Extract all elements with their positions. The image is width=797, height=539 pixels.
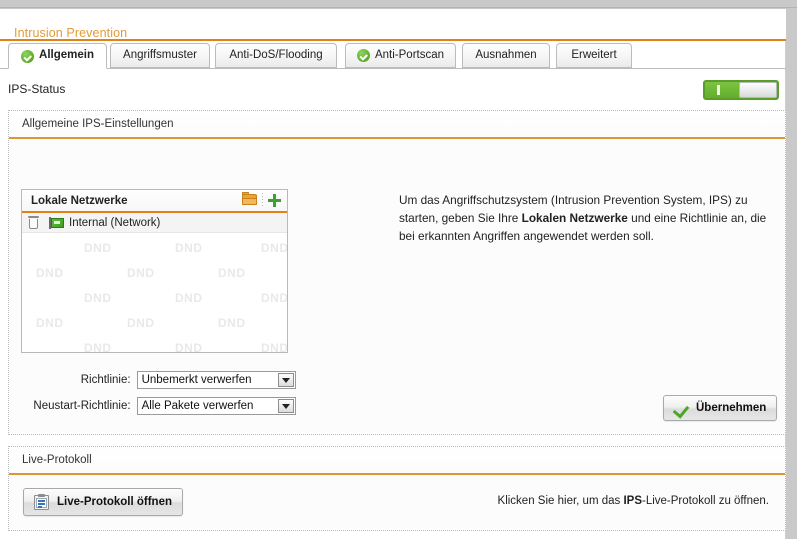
watermark-text: DND [175, 241, 203, 255]
ips-status-toggle[interactable] [703, 80, 779, 100]
local-networks-box: Lokale Netzwerke Internal (Network) DND … [21, 189, 288, 353]
ips-status-label: IPS-Status [8, 82, 66, 96]
watermark-text: DND [127, 316, 155, 330]
open-live-log-button[interactable]: Live-Protokoll öffnen [23, 488, 183, 516]
ips-hint-text: Um das Angriffschutzsystem (Intrusion Pr… [399, 191, 767, 245]
local-networks-header: Lokale Netzwerke [22, 190, 287, 213]
tab-allgemein[interactable]: Allgemein [8, 43, 107, 69]
restart-policy-field-row: Neustart-Richtlinie: Alle Pakete verwerf… [21, 397, 296, 415]
policy-field-row: Richtlinie: Unbemerkt verwerfen [21, 371, 296, 389]
watermark-text: DND [218, 316, 246, 330]
green-check-icon [356, 49, 370, 62]
chevron-down-icon[interactable] [278, 399, 294, 413]
general-settings-body: Lokale Netzwerke Internal (Network) DND … [9, 139, 785, 433]
watermark-text: DND [175, 341, 203, 352]
watermark-text: DND [36, 266, 64, 280]
policy-label: Richtlinie: [80, 374, 131, 386]
app-root: Intrusion Prevention Allgemein Angriffsm… [0, 0, 797, 539]
tab-label: Anti-DoS/Flooding [229, 48, 323, 61]
folder-icon[interactable] [242, 192, 257, 206]
watermark-text: DND [36, 316, 64, 330]
policy-select[interactable]: Unbemerkt verwerfen [136, 371, 296, 389]
tab-label: Erweitert [571, 48, 617, 61]
local-networks-title: Lokale Netzwerke [31, 194, 128, 207]
page-title: Intrusion Prevention [14, 26, 128, 40]
tab-label: Angriffsmuster [123, 48, 197, 61]
general-settings-panel: Allgemeine IPS-Einstellungen Lokale Netz… [8, 110, 786, 435]
watermark-text: DND [84, 291, 112, 305]
log-hint-part-2: -Live-Protokoll zu öffnen. [642, 495, 769, 507]
watermark-text: DND [127, 266, 155, 280]
policy-select-value: Unbemerkt verwerfen [141, 374, 252, 386]
list-item-label: Internal (Network) [69, 216, 161, 229]
local-networks-actions [242, 192, 281, 207]
toggle-knob [739, 82, 777, 98]
tab-label: Allgemein [39, 49, 94, 62]
network-icon [49, 216, 64, 229]
live-log-panel: Live-Protokoll Live-Protokoll öffnen Kli… [8, 446, 786, 531]
window-top-strip [0, 0, 797, 8]
plus-icon[interactable] [268, 193, 281, 207]
watermark-text: DND [261, 291, 287, 305]
action-divider [262, 193, 263, 207]
check-icon [674, 401, 689, 415]
drag-and-drop-watermark: DND DND DND DND DND DND DND DND DND DND … [22, 233, 287, 352]
page-title-bar: Intrusion Prevention [0, 9, 786, 41]
tab-label: Anti-Portscan [374, 48, 445, 61]
restart-policy-select-value: Alle Pakete verwerfen [141, 400, 254, 412]
watermark-text: DND [261, 341, 287, 352]
tab-erweitert[interactable]: Erweitert [556, 43, 632, 68]
trash-icon[interactable] [28, 216, 39, 229]
tab-bar: Allgemein Angriffsmuster Anti-DoS/Floodi… [0, 43, 786, 69]
restart-policy-select[interactable]: Alle Pakete verwerfen [136, 397, 296, 415]
hint-emphasis: Lokalen Netzwerke [521, 211, 628, 225]
tab-anti-dos-flooding[interactable]: Anti-DoS/Flooding [215, 43, 337, 68]
clipboard-icon [34, 494, 49, 510]
toggle-on-bar [717, 85, 720, 95]
tab-angriffsmuster[interactable]: Angriffsmuster [110, 43, 210, 68]
live-log-header: Live-Protokoll [9, 447, 785, 475]
log-hint-emphasis: IPS [623, 495, 642, 507]
tab-anti-portscan[interactable]: Anti-Portscan [345, 43, 456, 68]
live-log-hint: Klicken Sie hier, um das IPS-Live-Protok… [498, 495, 769, 507]
watermark-text: DND [84, 241, 112, 255]
tab-ausnahmen[interactable]: Ausnahmen [462, 43, 550, 68]
open-live-log-label: Live-Protokoll öffnen [57, 496, 172, 508]
live-log-body: Live-Protokoll öffnen Klicken Sie hier, … [9, 475, 785, 529]
watermark-text: DND [175, 291, 203, 305]
watermark-text: DND [84, 341, 112, 352]
apply-button-label: Übernehmen [696, 402, 767, 414]
tab-label: Ausnahmen [475, 48, 537, 61]
list-item[interactable]: Internal (Network) [22, 213, 287, 233]
log-hint-part-1: Klicken Sie hier, um das [497, 495, 624, 507]
chevron-down-icon[interactable] [278, 373, 294, 387]
green-check-icon [21, 49, 35, 63]
restart-policy-label: Neustart-Richtlinie: [33, 400, 131, 412]
apply-button[interactable]: Übernehmen [663, 395, 778, 421]
watermark-text: DND [218, 266, 246, 280]
local-networks-list: Internal (Network) DND DND DND DND DND D… [22, 213, 287, 352]
watermark-text: DND [261, 241, 287, 255]
tab-bottom-divider [0, 68, 786, 69]
general-settings-header: Allgemeine IPS-Einstellungen [9, 111, 785, 139]
